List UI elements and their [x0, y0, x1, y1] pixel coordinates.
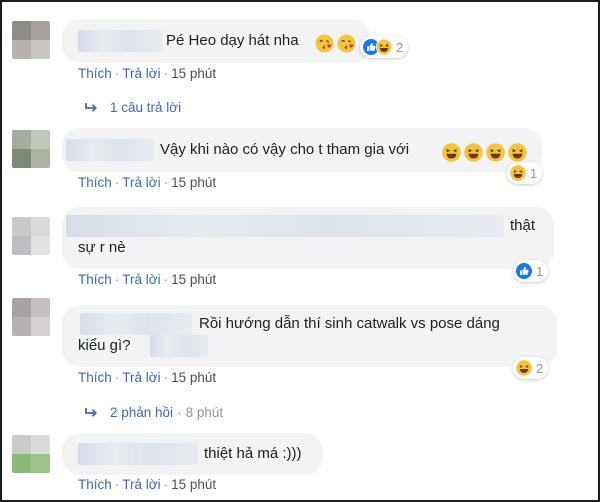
- comment-bubble: Pé Heo dạy hát nha: [62, 19, 370, 63]
- comment-text: Pé Heo dạy hát nha: [166, 32, 299, 49]
- blurred-mention: [150, 335, 208, 357]
- timestamp[interactable]: 15 phút: [171, 477, 216, 492]
- blurred-author-name: [78, 443, 198, 465]
- laughing-emoji: [464, 141, 483, 163]
- kissing-heart-emoji: [337, 32, 356, 54]
- comment-text-line2: sự r nè: [78, 239, 126, 256]
- laugh-icon: [516, 360, 532, 377]
- view-replies-link[interactable]: 2 phản hồi · 8 phút: [84, 405, 223, 420]
- blurred-author-name: [66, 215, 504, 237]
- timestamp[interactable]: 15 phút: [171, 175, 216, 190]
- like-link[interactable]: Thích: [78, 370, 112, 385]
- comment-text: Vậy khi nào có vậy cho t tham gia với: [160, 141, 410, 158]
- comment-bubble: thiệt hả má :))): [62, 433, 323, 475]
- like-link[interactable]: Thích: [78, 272, 112, 287]
- avatar[interactable]: [12, 21, 50, 59]
- avatar[interactable]: [12, 130, 50, 168]
- laughing-emoji: [486, 141, 505, 163]
- reply-link[interactable]: Trả lời: [122, 66, 160, 81]
- avatar[interactable]: [12, 435, 50, 473]
- avatar[interactable]: [12, 298, 50, 336]
- comment-actions: Thích · Trả lời · 15 phút: [78, 66, 217, 81]
- reply-link[interactable]: Trả lời: [122, 272, 160, 287]
- avatar[interactable]: [12, 217, 50, 255]
- reaction-count: 1: [536, 263, 544, 279]
- reply-count-label[interactable]: 2 phản hồi: [110, 405, 173, 420]
- reaction-count: 2: [396, 39, 404, 55]
- timestamp[interactable]: 15 phút: [171, 370, 216, 385]
- comment-actions: Thích · Trả lời · 15 phút: [78, 370, 217, 385]
- reply-arrow-icon: [84, 102, 98, 114]
- reaction-count: 1: [530, 165, 538, 181]
- comment-text: thiệt hả má :))): [204, 445, 302, 462]
- reply-timestamp[interactable]: 8 phút: [186, 405, 224, 420]
- comment-bubble: Vậy khi nào có vậy cho t tham gia với: [62, 128, 542, 172]
- comment-text-line1: Rồi hướng dẫn thí sinh catwalk vs pose d…: [199, 315, 500, 332]
- like-icon: [516, 263, 532, 280]
- laugh-icon: [376, 39, 392, 56]
- reply-link[interactable]: Trả lời: [122, 175, 160, 190]
- view-replies-link[interactable]: 1 câu trả lời: [84, 100, 181, 115]
- reaction-count: 2: [536, 360, 544, 376]
- timestamp[interactable]: 15 phút: [171, 272, 216, 287]
- reply-link[interactable]: Trả lời: [122, 477, 160, 492]
- like-link[interactable]: Thích: [78, 66, 112, 81]
- reaction-summary[interactable]: 2: [360, 36, 409, 58]
- reaction-summary[interactable]: 2: [513, 357, 549, 379]
- comment-text-line2: kiểu gì?: [78, 337, 131, 354]
- like-link[interactable]: Thích: [78, 477, 112, 492]
- timestamp[interactable]: 15 phút: [171, 66, 216, 81]
- reaction-summary[interactable]: 1: [507, 162, 543, 184]
- comment-text-line1: thật: [510, 217, 536, 234]
- comment-actions: Thích · Trả lời · 15 phút: [78, 272, 217, 287]
- laugh-icon: [510, 165, 526, 182]
- reaction-summary[interactable]: 1: [513, 260, 549, 282]
- comment-actions: Thích · Trả lời · 15 phút: [78, 477, 217, 492]
- comment-actions: Thích · Trả lời · 15 phút: [78, 175, 217, 190]
- comment-bubble: Rồi hướng dẫn thí sinh catwalk vs pose d…: [62, 305, 557, 367]
- kissing-heart-emoji: [315, 32, 334, 54]
- blurred-author-name: [66, 139, 154, 161]
- reply-count-label[interactable]: 1 câu trả lời: [110, 100, 181, 115]
- comment-thread-panel: Pé Heo dạy hát nha 2 Thích · Trả lời · 15 ph…: [0, 0, 600, 502]
- laughing-emoji: [442, 141, 461, 163]
- comment-bubble: thật sự r nè: [62, 207, 554, 269]
- laughing-emoji: [508, 141, 527, 163]
- blurred-author-name: [80, 313, 192, 335]
- reply-arrow-icon: [84, 407, 98, 419]
- like-link[interactable]: Thích: [78, 175, 112, 190]
- blurred-author-name: [78, 30, 163, 52]
- reply-link[interactable]: Trả lời: [122, 370, 160, 385]
